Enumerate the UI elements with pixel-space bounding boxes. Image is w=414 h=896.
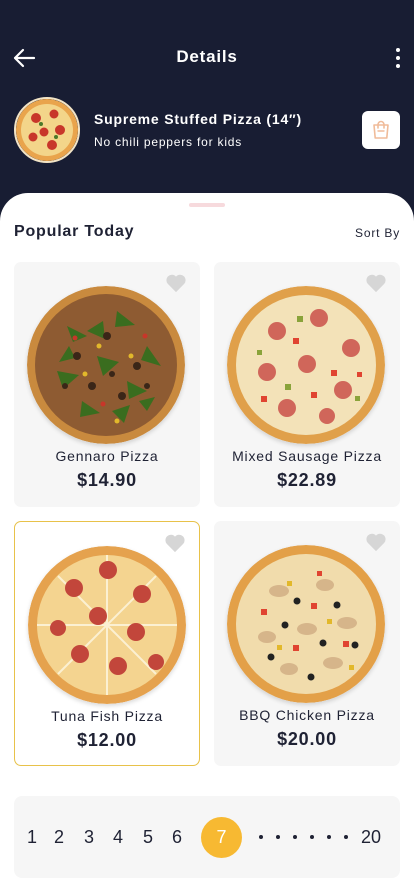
page-ellipsis-dot	[310, 835, 314, 839]
page-1[interactable]: 1	[27, 827, 37, 848]
heart-icon[interactable]	[365, 273, 387, 293]
product-name: Mixed Sausage Pizza	[232, 448, 382, 464]
order-item-image	[14, 97, 80, 163]
product-price: $12.00	[77, 730, 137, 750]
order-item-name: Supreme Stuffed Pizza (14″)	[94, 111, 303, 127]
section-title: Popular Today	[14, 223, 135, 240]
heart-icon[interactable]	[365, 532, 387, 552]
heart-icon[interactable]	[165, 273, 187, 293]
page-ellipsis-dot	[293, 835, 297, 839]
product-sheet: Popular Today Sort By Gennaro Pizza $14.…	[0, 193, 414, 896]
product-image	[227, 545, 385, 703]
page-last[interactable]: 20	[361, 827, 381, 848]
order-item-note: No chili peppers for kids	[94, 135, 243, 149]
cart-button[interactable]	[362, 111, 400, 149]
product-card[interactable]: BBQ Chicken Pizza $20.00	[214, 521, 400, 766]
page-6[interactable]: 6	[172, 827, 182, 848]
page-title: Details	[176, 47, 238, 66]
product-card-selected[interactable]: Tuna Fish Pizza $12.00	[14, 521, 200, 766]
page-2[interactable]: 2	[54, 827, 64, 848]
sort-by-button[interactable]: Sort By	[355, 226, 400, 240]
product-card[interactable]: Mixed Sausage Pizza $22.89	[214, 262, 400, 507]
product-name: Tuna Fish Pizza	[51, 708, 163, 724]
more-dot	[396, 64, 400, 68]
more-vertical-icon	[396, 48, 400, 52]
page-ellipsis-dot	[259, 835, 263, 839]
product-price: $20.00	[277, 729, 337, 749]
more-options-button[interactable]	[390, 44, 406, 72]
product-price: $22.89	[277, 470, 337, 490]
product-image	[227, 286, 385, 444]
details-header: Details Supreme Stuffed Pizza (14″) No c…	[0, 0, 414, 210]
page-current[interactable]: 7	[201, 817, 242, 858]
page-ellipsis-dot	[344, 835, 348, 839]
product-image	[27, 286, 185, 444]
product-name: Gennaro Pizza	[55, 448, 159, 464]
product-price: $14.90	[77, 470, 137, 490]
page-5[interactable]: 5	[143, 827, 153, 848]
page-ellipsis-dot	[276, 835, 280, 839]
pagination: 1 2 3 4 5 6 7 20	[14, 796, 400, 878]
more-dot	[396, 56, 400, 60]
product-card[interactable]: Gennaro Pizza $14.90	[14, 262, 200, 507]
sheet-handle[interactable]	[189, 203, 225, 207]
page-4[interactable]: 4	[113, 827, 123, 848]
product-name: BBQ Chicken Pizza	[239, 707, 375, 723]
page-ellipsis-dot	[327, 835, 331, 839]
shopping-bag-icon	[373, 120, 389, 139]
heart-icon[interactable]	[164, 533, 186, 553]
product-image	[28, 546, 186, 704]
page-3[interactable]: 3	[84, 827, 94, 848]
